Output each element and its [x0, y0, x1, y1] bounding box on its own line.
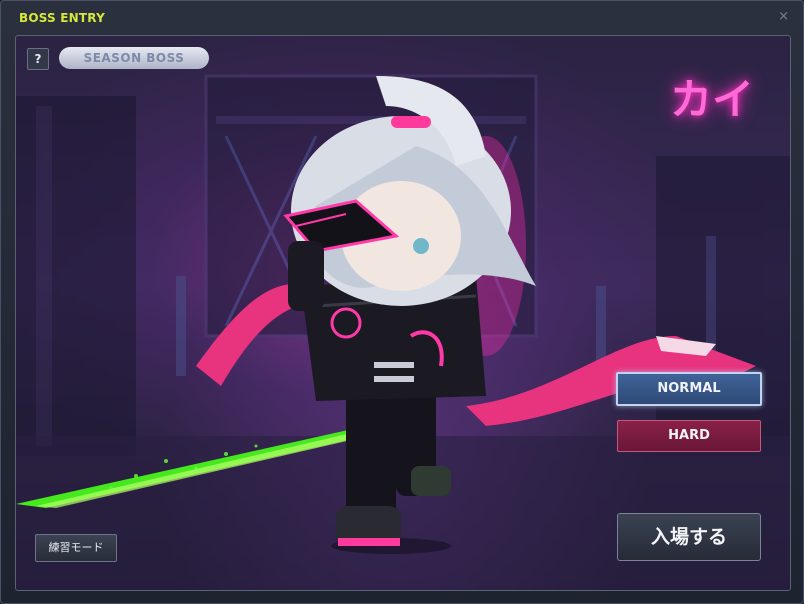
season-boss-badge: SEASON BOSS	[59, 47, 209, 69]
hard-difficulty-button[interactable]: HARD	[617, 420, 761, 452]
boss-entry-window: BOSS ENTRY × ? SEASON BOSS カイ NORMAL HAR…	[0, 0, 804, 604]
window-title: BOSS ENTRY	[19, 11, 105, 25]
enter-button[interactable]: 入場する	[617, 513, 761, 561]
close-icon[interactable]: ×	[778, 9, 789, 24]
normal-difficulty-button[interactable]: NORMAL	[616, 372, 762, 406]
help-button[interactable]: ?	[27, 48, 49, 70]
boss-panel: ? SEASON BOSS カイ NORMAL HARD 入場する 練習モード	[15, 35, 791, 591]
boss-name: カイ	[669, 75, 754, 124]
practice-mode-button[interactable]: 練習モード	[35, 534, 117, 562]
question-icon: ?	[34, 52, 42, 66]
